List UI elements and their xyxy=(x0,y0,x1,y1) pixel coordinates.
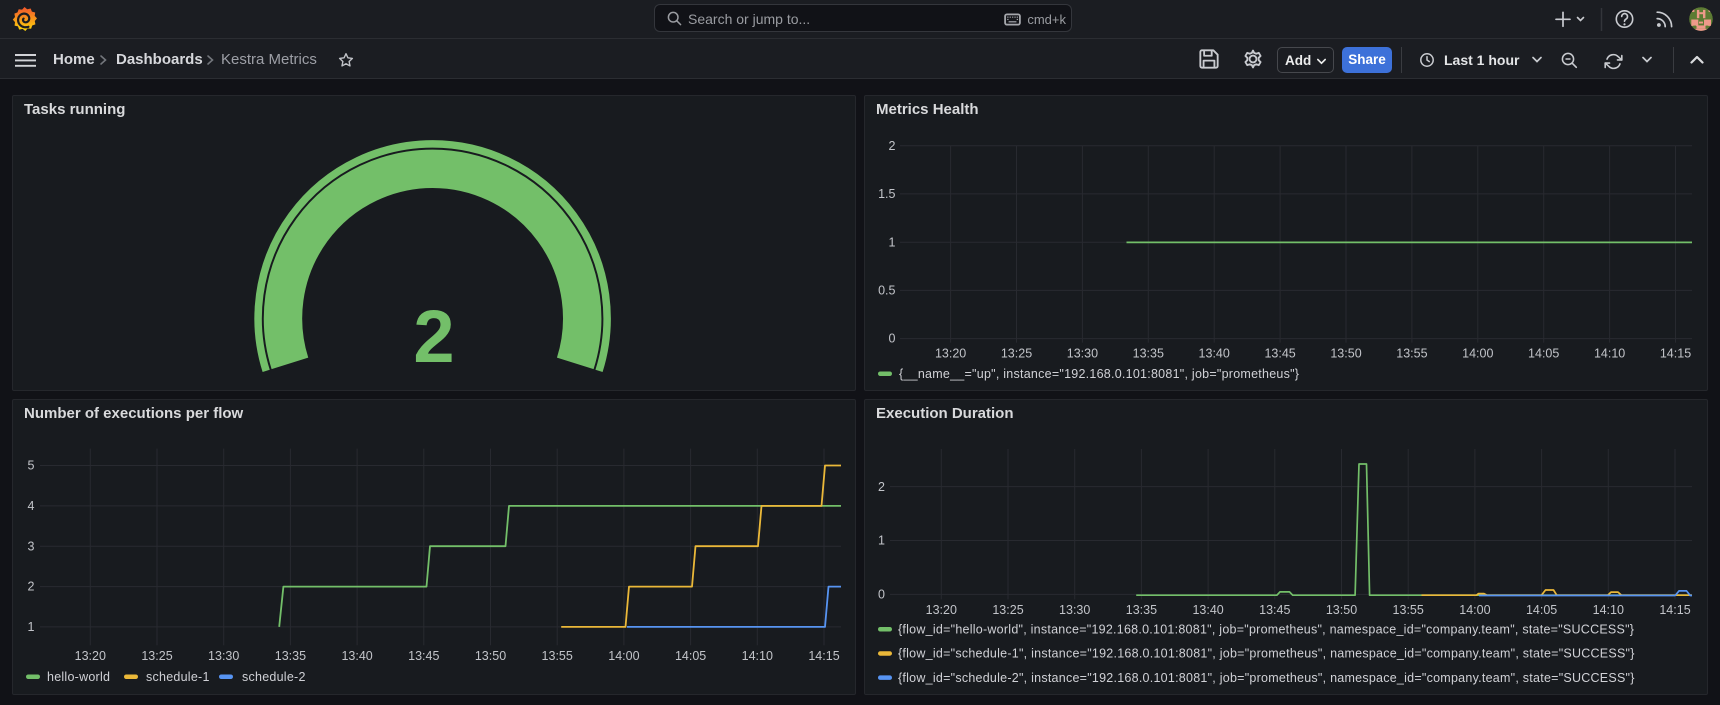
svg-text:1: 1 xyxy=(878,534,885,548)
svg-text:1.5: 1.5 xyxy=(878,187,895,201)
svg-text:13:45: 13:45 xyxy=(408,649,439,663)
svg-text:hello-world: hello-world xyxy=(47,670,110,684)
svg-text:13:20: 13:20 xyxy=(75,649,106,663)
svg-text:schedule-1: schedule-1 xyxy=(146,670,210,684)
svg-text:14:15: 14:15 xyxy=(808,649,839,663)
svg-text:13:55: 13:55 xyxy=(1393,603,1424,617)
svg-text:3: 3 xyxy=(28,539,35,553)
svg-text:13:20: 13:20 xyxy=(926,603,957,617)
svg-text:14:00: 14:00 xyxy=(608,649,639,663)
svg-text:14:10: 14:10 xyxy=(1594,347,1625,361)
svg-text:0.5: 0.5 xyxy=(878,284,895,298)
svg-text:schedule-2: schedule-2 xyxy=(242,670,306,684)
svg-text:2: 2 xyxy=(878,480,885,494)
svg-text:14:10: 14:10 xyxy=(1593,603,1624,617)
svg-text:13:25: 13:25 xyxy=(992,603,1023,617)
svg-text:14:15: 14:15 xyxy=(1659,603,1690,617)
svg-text:{flow_id="hello-world", instan: {flow_id="hello-world", instance="192.16… xyxy=(898,623,1634,637)
svg-text:5: 5 xyxy=(28,459,35,473)
svg-text:14:05: 14:05 xyxy=(675,649,706,663)
svg-text:13:35: 13:35 xyxy=(275,649,306,663)
svg-text:13:30: 13:30 xyxy=(1059,603,1090,617)
svg-text:13:40: 13:40 xyxy=(1192,603,1223,617)
svg-text:0: 0 xyxy=(878,588,885,602)
svg-text:14:05: 14:05 xyxy=(1526,603,1557,617)
svg-text:{flow_id="schedule-1", instanc: {flow_id="schedule-1", instance="192.168… xyxy=(898,647,1635,661)
svg-text:13:55: 13:55 xyxy=(542,649,573,663)
svg-text:13:40: 13:40 xyxy=(1199,347,1230,361)
svg-text:0: 0 xyxy=(889,332,896,346)
svg-text:14:15: 14:15 xyxy=(1660,347,1691,361)
svg-text:13:50: 13:50 xyxy=(1326,603,1357,617)
svg-text:2: 2 xyxy=(889,139,896,153)
svg-text:13:25: 13:25 xyxy=(1001,347,1032,361)
svg-text:13:50: 13:50 xyxy=(1330,347,1361,361)
svg-text:13:50: 13:50 xyxy=(475,649,506,663)
svg-text:{__name__="up", instance="192.: {__name__="up", instance="192.168.0.101:… xyxy=(899,367,1299,381)
svg-text:4: 4 xyxy=(28,499,35,513)
svg-text:{flow_id="schedule-2", instanc: {flow_id="schedule-2", instance="192.168… xyxy=(898,671,1635,685)
svg-text:1: 1 xyxy=(28,620,35,634)
svg-text:1: 1 xyxy=(889,235,896,249)
svg-text:14:00: 14:00 xyxy=(1459,603,1490,617)
svg-text:13:40: 13:40 xyxy=(341,649,372,663)
svg-text:2: 2 xyxy=(413,295,454,378)
svg-text:13:45: 13:45 xyxy=(1259,603,1290,617)
svg-text:14:00: 14:00 xyxy=(1462,347,1493,361)
svg-text:13:25: 13:25 xyxy=(141,649,172,663)
svg-text:13:55: 13:55 xyxy=(1396,347,1427,361)
svg-text:13:30: 13:30 xyxy=(1067,347,1098,361)
svg-text:13:35: 13:35 xyxy=(1126,603,1157,617)
svg-text:13:35: 13:35 xyxy=(1133,347,1164,361)
svg-text:14:05: 14:05 xyxy=(1528,347,1559,361)
svg-text:13:20: 13:20 xyxy=(935,347,966,361)
svg-text:13:45: 13:45 xyxy=(1264,347,1295,361)
svg-text:13:30: 13:30 xyxy=(208,649,239,663)
svg-text:2: 2 xyxy=(28,580,35,594)
svg-text:14:10: 14:10 xyxy=(742,649,773,663)
